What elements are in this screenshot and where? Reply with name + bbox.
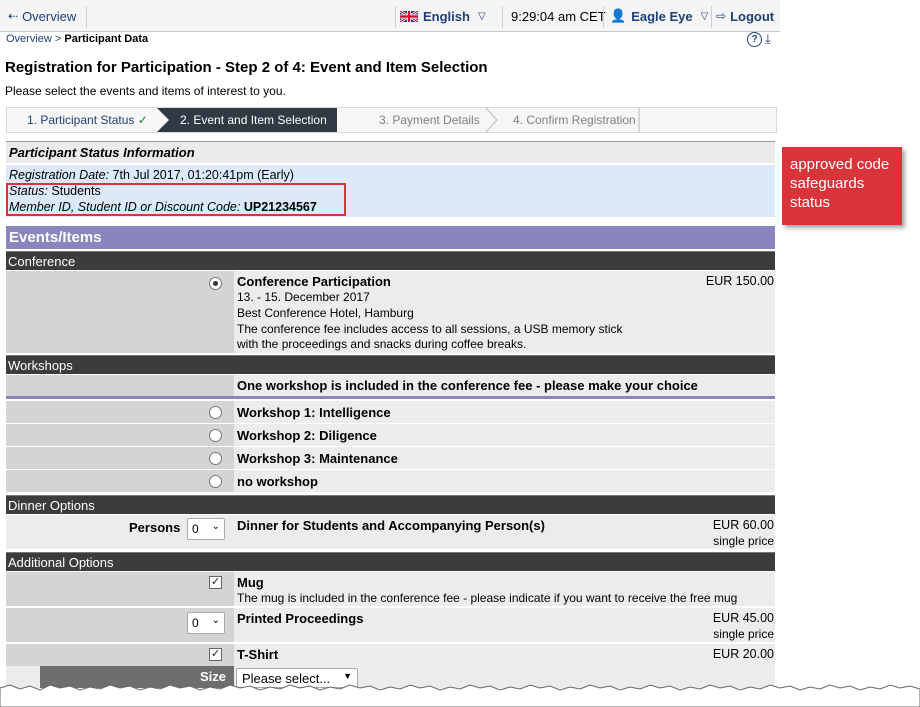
mug-checkbox[interactable]: ✓: [209, 576, 222, 589]
dinner-row: Persons 0 ⌄ Dinner for Students and Acco…: [6, 515, 775, 550]
proceedings-row: 0 ⌄ Printed Proceedings EUR 45.00 single…: [6, 608, 775, 643]
divider: [603, 6, 604, 28]
uk-flag-icon: [400, 10, 418, 22]
dinner-persons-select[interactable]: 0 ⌄: [187, 518, 225, 540]
breadcrumb-current: Participant Data: [64, 33, 149, 45]
workshop-1-radio[interactable]: [209, 406, 222, 419]
logout-icon: ⇨: [716, 9, 727, 23]
user-icon: 👤: [610, 8, 627, 23]
persons-label: Persons: [129, 520, 181, 535]
top-bar: ⇠ Overview English ▽ 9:29:04 am CET 👤 Ea…: [0, 0, 780, 32]
workshop-note-row: One workshop is included in the conferen…: [6, 375, 775, 399]
tshirt-row: ✓ T-Shirt EUR 20.00: [6, 644, 775, 667]
overview-link[interactable]: ⇠ Overview: [8, 5, 76, 27]
tshirt-checkbox[interactable]: ✓: [209, 648, 222, 661]
workshop-option: no workshop: [6, 470, 775, 493]
workshop-2-radio[interactable]: [209, 429, 222, 442]
breadcrumb: Overview > Participant Data: [6, 33, 149, 45]
workshop-3-radio[interactable]: [209, 452, 222, 465]
chevron-down-icon: ▽: [477, 10, 486, 22]
conference-row: Conference Participation EUR 150.00 13. …: [6, 271, 775, 354]
user-menu[interactable]: 👤 Eagle Eye ▽: [610, 5, 708, 27]
divider: [711, 6, 712, 28]
no-workshop-radio[interactable]: [209, 475, 222, 488]
section-dinner: Dinner Options: [6, 495, 775, 514]
step-3: 3. Payment Details: [379, 113, 480, 127]
annotation-callout: approved code safeguards status: [782, 147, 902, 225]
divider: [395, 6, 396, 28]
status-info-header: Participant Status Information: [6, 141, 775, 163]
section-workshops: Workshops: [6, 355, 775, 374]
proceedings-qty-select[interactable]: 0 ⌄: [187, 612, 225, 634]
mug-row: ✓ Mug The mug is included in the confere…: [6, 572, 775, 607]
section-conference: Conference: [6, 251, 775, 270]
help-icon[interactable]: ?: [747, 32, 762, 47]
workshop-option: Workshop 2: Diligence: [6, 424, 775, 447]
chevron-down-icon: ▼: [343, 671, 352, 681]
page-title: Registration for Participation - Step 2 …: [5, 59, 488, 76]
highlight-box: [6, 183, 346, 216]
chevron-down-icon: ⌄: [211, 521, 220, 532]
breadcrumb-overview[interactable]: Overview: [6, 33, 52, 45]
section-additional: Additional Options: [6, 552, 775, 571]
step-4: 4. Confirm Registration: [513, 113, 636, 127]
chevron-down-icon: ▽: [700, 10, 709, 22]
step-indicator: 1. Participant Status ✓ 2. Event and Ite…: [6, 107, 777, 133]
checkmark-icon: ✓: [137, 113, 148, 127]
registration-date: Registration Date: 7th Jul 2017, 01:20:4…: [9, 168, 294, 182]
conference-radio[interactable]: [209, 277, 222, 290]
step-2[interactable]: 2. Event and Item Selection: [180, 108, 327, 132]
step-1[interactable]: 1. Participant Status ✓: [27, 108, 148, 132]
events-header: Events/Items: [6, 226, 775, 249]
divider: [86, 6, 87, 28]
workshop-option: Workshop 1: Intelligence: [6, 401, 775, 424]
back-arrow-icon: ⇠: [8, 9, 19, 23]
clock: 9:29:04 am CET: [511, 8, 606, 24]
logout-link[interactable]: ⇨ Logout: [716, 5, 774, 27]
step-separator: [485, 108, 498, 132]
divider: [502, 6, 503, 28]
language-selector[interactable]: English ▽: [400, 5, 486, 27]
workshop-option: Workshop 3: Maintenance: [6, 447, 775, 470]
chevron-down-icon: ⌄: [211, 615, 220, 626]
page-subtitle: Please select the events and items of in…: [5, 84, 286, 98]
download-icon[interactable]: ⤓: [765, 31, 771, 47]
torn-edge: [0, 684, 920, 707]
